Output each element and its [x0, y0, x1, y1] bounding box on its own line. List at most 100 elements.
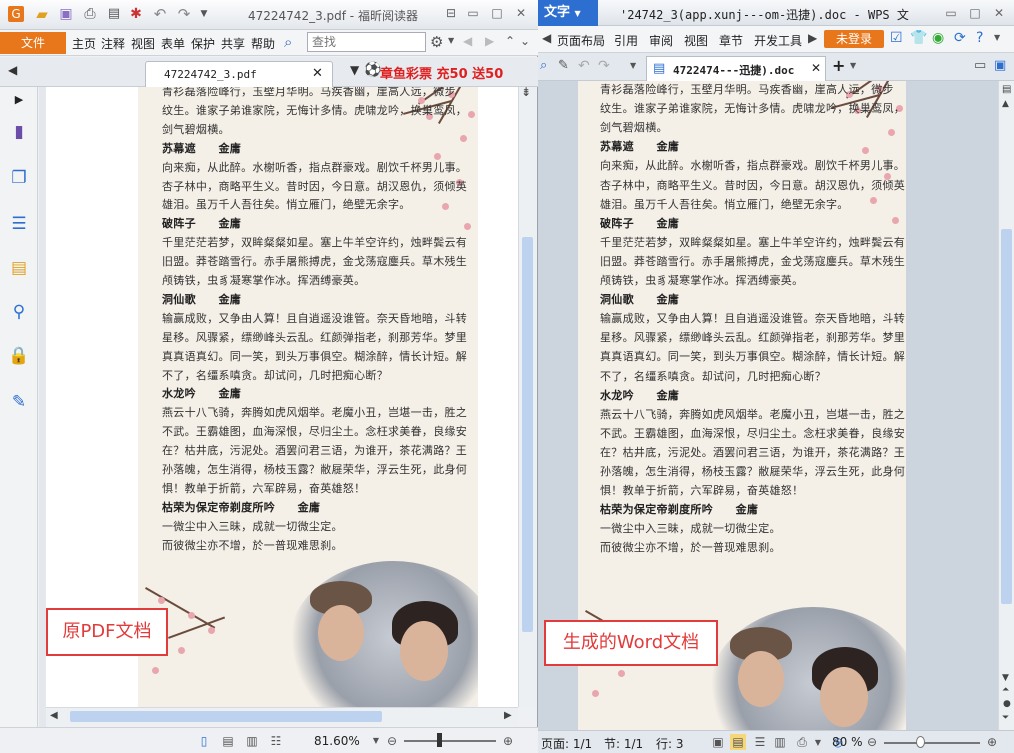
menu-item-review[interactable]: 审阅: [649, 32, 673, 49]
split-icon[interactable]: ⇟: [521, 85, 531, 99]
menu-item-developer[interactable]: 开发工具: [754, 32, 802, 49]
open-icon[interactable]: ▰: [34, 6, 50, 22]
menu-item-home[interactable]: 主页: [72, 35, 96, 52]
collapse-ribbon-icon[interactable]: ⌄: [520, 34, 530, 48]
ribbon-scroll-right-icon[interactable]: ▶: [808, 31, 817, 45]
help-icon[interactable]: ?: [976, 30, 983, 46]
print-icon[interactable]: ⎙: [82, 6, 98, 22]
menu-item-share[interactable]: 共享: [221, 35, 245, 52]
menu-item-chapter[interactable]: 章节: [719, 32, 743, 49]
status-page[interactable]: 页面: 1/1: [541, 735, 592, 752]
zoom-level[interactable]: 81.60%: [314, 734, 360, 748]
quick-access-chevron-icon[interactable]: ▼: [630, 61, 636, 70]
promo-banner[interactable]: 章鱼彩票 充50 送50: [380, 63, 503, 82]
next-page-icon[interactable]: ⏷: [1002, 713, 1009, 723]
tab-document[interactable]: 47224742_3.pdf ✕: [145, 61, 333, 87]
web-layout-icon[interactable]: ▥: [772, 734, 788, 750]
outline-view-icon[interactable]: ☰: [752, 734, 768, 750]
attachment-icon[interactable]: ⚲: [8, 301, 30, 323]
zoom-slider-handle[interactable]: [916, 736, 925, 748]
window-layout-icon[interactable]: ▭: [974, 58, 986, 73]
pages-icon[interactable]: ❐: [8, 167, 30, 189]
fullscreen-icon[interactable]: ▣: [994, 58, 1006, 73]
menu-item-view[interactable]: 视图: [131, 35, 155, 52]
menu-item-page-layout[interactable]: 页面布局: [557, 32, 605, 49]
minimize-button[interactable]: ▭: [462, 4, 484, 22]
facing-page-icon[interactable]: ▥: [244, 733, 260, 749]
search-input[interactable]: [307, 32, 426, 52]
scroll-down-icon[interactable]: ▼: [1002, 673, 1009, 683]
find-icon[interactable]: ⌕: [284, 33, 292, 51]
zoom-in-icon[interactable]: ⊕: [984, 734, 1000, 750]
redo-icon[interactable]: ↷: [176, 6, 192, 22]
select-browse-icon[interactable]: ●: [1003, 699, 1011, 709]
dropdown-box-icon[interactable]: ☑: [890, 30, 903, 46]
ruler-toggle-icon[interactable]: ▤: [1002, 84, 1011, 95]
status-line[interactable]: 行: 3: [656, 735, 684, 752]
print-layout-icon[interactable]: ▤: [730, 734, 746, 750]
customize-chevron-icon[interactable]: ▼: [196, 6, 212, 22]
tab-scroll-left-icon[interactable]: ◀: [8, 63, 17, 77]
format-painter-icon[interactable]: ✎: [558, 58, 569, 73]
menu-item-protect[interactable]: 保护: [191, 35, 215, 52]
nav-forward-icon[interactable]: ▶: [485, 34, 494, 48]
new-tab-icon[interactable]: +: [832, 56, 845, 75]
gear-icon[interactable]: ⚙: [430, 33, 443, 51]
lock-icon[interactable]: 🔒: [8, 345, 30, 367]
reading-mode-chevron-icon[interactable]: ▼: [810, 735, 826, 751]
menu-item-comment[interactable]: 注释: [101, 35, 125, 52]
zoom-out-icon[interactable]: ⊖: [384, 733, 400, 749]
close-tab-icon[interactable]: ✕: [811, 61, 821, 75]
single-page-icon[interactable]: ▯: [196, 733, 212, 749]
continuous-page-icon[interactable]: ▤: [220, 733, 236, 749]
signature-icon[interactable]: ✎: [8, 391, 30, 413]
page-view-icon[interactable]: ▣: [710, 734, 726, 750]
maximize-button[interactable]: □: [486, 4, 508, 22]
zoom-in-icon[interactable]: ⊕: [500, 733, 516, 749]
search-doc-icon[interactable]: ⌕: [540, 58, 547, 73]
zoom-level[interactable]: 80 %: [832, 735, 863, 749]
zoom-out-icon[interactable]: ⊖: [864, 734, 880, 750]
layers-icon[interactable]: ☰: [8, 213, 30, 235]
save-icon[interactable]: ▣: [58, 6, 74, 22]
zoom-slider[interactable]: [404, 740, 496, 742]
redo-icon[interactable]: ↷: [598, 58, 610, 74]
settings-chevron-icon[interactable]: ▼: [448, 36, 454, 45]
app-menu-button[interactable]: 文字 ▼: [538, 0, 598, 26]
zoom-slider-handle[interactable]: [437, 733, 442, 747]
horizontal-scrollbar[interactable]: ◀ ▶: [46, 707, 518, 725]
status-section[interactable]: 节: 1/1: [604, 735, 643, 752]
close-button[interactable]: ✕: [510, 4, 532, 22]
help-chevron-icon[interactable]: ▼: [994, 33, 1000, 42]
scrollbar-thumb[interactable]: [70, 711, 382, 722]
menu-item-view[interactable]: 视图: [684, 32, 708, 49]
menu-item-form[interactable]: 表单: [161, 35, 185, 52]
undo-icon[interactable]: ↶: [152, 6, 168, 22]
expand-panel-icon[interactable]: ▶: [8, 89, 30, 111]
app-logo-icon[interactable]: G: [8, 6, 24, 22]
minimize-button[interactable]: ▭: [940, 4, 962, 22]
reading-mode-icon[interactable]: ⎙: [794, 734, 810, 750]
panel-splitter[interactable]: [39, 87, 46, 727]
expand-ribbon-icon[interactable]: ⌃: [505, 34, 515, 48]
prev-page-icon[interactable]: ⏶: [1002, 685, 1009, 695]
nav-back-icon[interactable]: ◀: [463, 34, 472, 48]
menu-item-help[interactable]: 帮助: [251, 35, 275, 52]
browser-icon[interactable]: ◉: [932, 30, 944, 46]
close-tab-icon[interactable]: ✕: [312, 66, 323, 81]
scroll-up-icon[interactable]: ▲: [1002, 99, 1009, 109]
tab-scroll-right-icon[interactable]: ▼: [350, 63, 359, 77]
scrollbar-thumb[interactable]: [522, 237, 533, 632]
scroll-right-icon[interactable]: ▶: [504, 710, 512, 721]
login-button[interactable]: 未登录: [824, 30, 884, 48]
vertical-scrollbar[interactable]: ▤ ▲ ▼ ⏶ ● ⏷: [998, 81, 1014, 730]
scan-icon[interactable]: ▤: [106, 6, 122, 22]
scroll-left-icon[interactable]: ◀: [50, 710, 58, 721]
ribbon-scroll-left-icon[interactable]: ◀: [542, 31, 551, 45]
skin-icon[interactable]: 👕: [910, 30, 927, 46]
undo-icon[interactable]: ↶: [578, 58, 590, 74]
menu-item-references[interactable]: 引用: [614, 32, 638, 49]
zoom-menu-chevron-icon[interactable]: ▼: [368, 733, 384, 749]
comments-icon[interactable]: ▤: [8, 257, 30, 279]
maximize-button[interactable]: □: [964, 4, 986, 22]
